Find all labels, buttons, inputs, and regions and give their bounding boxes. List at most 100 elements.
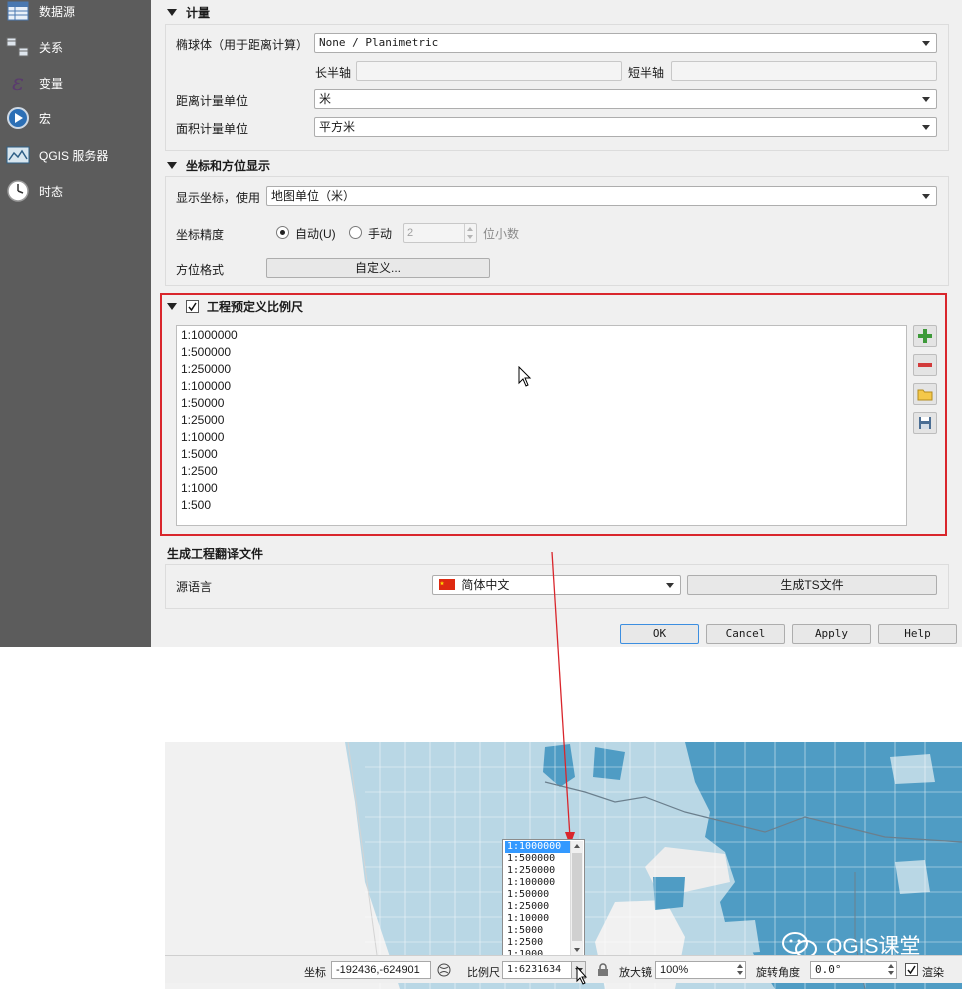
ellipsoid-combo[interactable]: None / Planimetric — [314, 33, 937, 53]
cancel-button[interactable]: Cancel — [706, 624, 785, 644]
dropdown-scrollbar[interactable] — [570, 841, 583, 955]
list-item[interactable]: 1:5000 — [181, 447, 218, 461]
list-item[interactable]: 1:100000 — [181, 379, 231, 393]
chevron-down-icon — [922, 41, 930, 46]
area-units-label: 面积计量单位 — [176, 122, 249, 136]
spin-up-icon[interactable] — [737, 964, 743, 968]
bearing-custom-button[interactable]: 自定义... — [266, 258, 490, 278]
rotation-value: 0.0° — [815, 963, 842, 976]
scroll-up-icon — [574, 844, 580, 848]
project-properties-dialog: 数据源 关系 ε 变量 宏 QGIS 服务器 时态 计量 椭球体（用于距离计算）… — [0, 0, 962, 647]
chevron-down-icon — [922, 125, 930, 130]
chevron-down-icon — [666, 583, 674, 588]
semi-major-label: 长半轴 — [315, 66, 352, 80]
rotation-spinbox[interactable]: 0.0° — [810, 961, 897, 979]
coordinate-field[interactable]: -192436,-624901 — [331, 961, 431, 979]
translation-title: 生成工程翻译文件 — [167, 547, 264, 561]
import-scales-button[interactable] — [913, 383, 937, 405]
annotation-arrow — [551, 551, 575, 846]
area-units-combo[interactable]: 平方米 — [314, 117, 937, 137]
list-item[interactable]: 1:1000 — [181, 481, 218, 495]
dropdown-item[interactable]: 1:2500 — [505, 937, 571, 949]
scales-header[interactable]: 工程预定义比例尺 — [167, 298, 303, 315]
scales-list[interactable]: 1:1000000 1:500000 1:250000 1:100000 1:5… — [176, 325, 907, 526]
sidebar-item-temporal[interactable]: 时态 — [0, 174, 151, 208]
dropdown-item[interactable]: 1:50000 — [505, 889, 571, 901]
list-item[interactable]: 1:500000 — [181, 345, 231, 359]
add-scale-button[interactable] — [913, 325, 937, 347]
dropdown-item[interactable]: 1:5000 — [505, 925, 571, 937]
list-item[interactable]: 1:2500 — [181, 464, 218, 478]
rotation-label: 旋转角度 — [756, 967, 800, 979]
scroll-thumb[interactable] — [572, 853, 582, 941]
dropdown-item[interactable]: 1:250000 — [505, 865, 571, 877]
scale-combo[interactable]: 1:6231634 — [502, 961, 586, 979]
lock-icon[interactable] — [597, 963, 609, 977]
ok-button[interactable]: OK — [620, 624, 699, 644]
auto-radio[interactable] — [276, 226, 289, 239]
coordinates-title: 坐标和方位显示 — [186, 159, 271, 173]
display-coords-combo[interactable]: 地图单位（米） — [266, 186, 937, 206]
generate-ts-button[interactable]: 生成TS文件 — [687, 575, 937, 595]
spin-down-icon[interactable] — [888, 971, 894, 975]
source-language-value: 简体中文 — [461, 578, 510, 592]
properties-sidebar: 数据源 关系 ε 变量 宏 QGIS 服务器 时态 — [0, 0, 151, 647]
minus-icon — [918, 363, 932, 367]
magnifier-spinbox[interactable]: 100% — [655, 961, 746, 979]
measurements-header[interactable]: 计量 — [167, 4, 210, 21]
scales-checkbox[interactable] — [186, 300, 199, 313]
dropdown-item[interactable]: 1:25000 — [505, 901, 571, 913]
apply-button[interactable]: Apply — [792, 624, 871, 644]
sidebar-item-variables[interactable]: ε 变量 — [0, 66, 151, 100]
plus-icon — [918, 329, 932, 343]
precision-label: 坐标精度 — [176, 228, 225, 242]
collapse-triangle-icon — [167, 303, 177, 310]
area-units-value: 平方米 — [319, 120, 356, 134]
list-item[interactable]: 1:25000 — [181, 413, 224, 427]
ellipsoid-value: None / Planimetric — [319, 36, 439, 49]
collapse-triangle-icon — [167, 9, 177, 16]
list-item[interactable]: 1:250000 — [181, 362, 231, 376]
scales-title: 工程预定义比例尺 — [207, 300, 304, 314]
render-checkbox[interactable] — [905, 963, 918, 976]
sidebar-item-qgis-server[interactable]: QGIS 服务器 — [0, 138, 151, 172]
translation-header: 生成工程翻译文件 — [167, 545, 263, 562]
scale-dropdown-list[interactable]: 1:1000000 1:500000 1:250000 1:100000 1:5… — [502, 839, 585, 957]
collapse-triangle-icon — [167, 162, 177, 169]
manual-radio[interactable] — [349, 226, 362, 239]
list-item[interactable]: 1:500 — [181, 498, 211, 512]
help-button[interactable]: Help — [878, 624, 957, 644]
sidebar-item-relations[interactable]: 关系 — [0, 30, 151, 64]
spin-down-icon[interactable] — [737, 971, 743, 975]
precision-spinbox[interactable]: 2 — [403, 223, 477, 243]
coordinate-toggle-icon[interactable] — [436, 962, 452, 978]
sidebar-item-label: 时态 — [39, 184, 64, 199]
dropdown-item[interactable]: 1:10000 — [505, 913, 571, 925]
variable-icon: ε — [12, 70, 24, 96]
save-scales-button[interactable] — [913, 412, 937, 434]
sidebar-item-label: 数据源 — [39, 4, 76, 19]
remove-scale-button[interactable] — [913, 354, 937, 376]
scroll-down-icon — [574, 948, 580, 952]
sidebar-item-macros[interactable]: 宏 — [0, 101, 151, 135]
dropdown-item[interactable]: 1:100000 — [505, 877, 571, 889]
scale-label: 比例尺 — [467, 967, 500, 979]
china-flag-icon — [439, 579, 455, 590]
coordinate-label: 坐标 — [304, 967, 326, 979]
semi-major-field[interactable] — [356, 61, 622, 81]
dropdown-item[interactable]: 1:1000000 — [505, 841, 571, 853]
dropdown-item[interactable]: 1:500000 — [505, 853, 571, 865]
save-icon — [919, 417, 931, 429]
list-item[interactable]: 1:10000 — [181, 430, 224, 444]
list-item[interactable]: 1:1000000 — [181, 328, 238, 342]
distance-units-combo[interactable]: 米 — [314, 89, 937, 109]
coordinates-header[interactable]: 坐标和方位显示 — [167, 157, 270, 174]
list-item[interactable]: 1:50000 — [181, 396, 224, 410]
display-coords-label: 显示坐标，使用 — [176, 191, 261, 205]
measurements-title: 计量 — [186, 6, 211, 20]
semi-minor-field[interactable] — [671, 61, 937, 81]
spin-up-icon[interactable] — [888, 964, 894, 968]
distance-units-value: 米 — [319, 92, 332, 106]
status-bar: 坐标 -192436,-624901 比例尺 1:6231634 放大镜 100… — [165, 955, 962, 985]
sidebar-item-datasources[interactable]: 数据源 — [0, 0, 151, 28]
